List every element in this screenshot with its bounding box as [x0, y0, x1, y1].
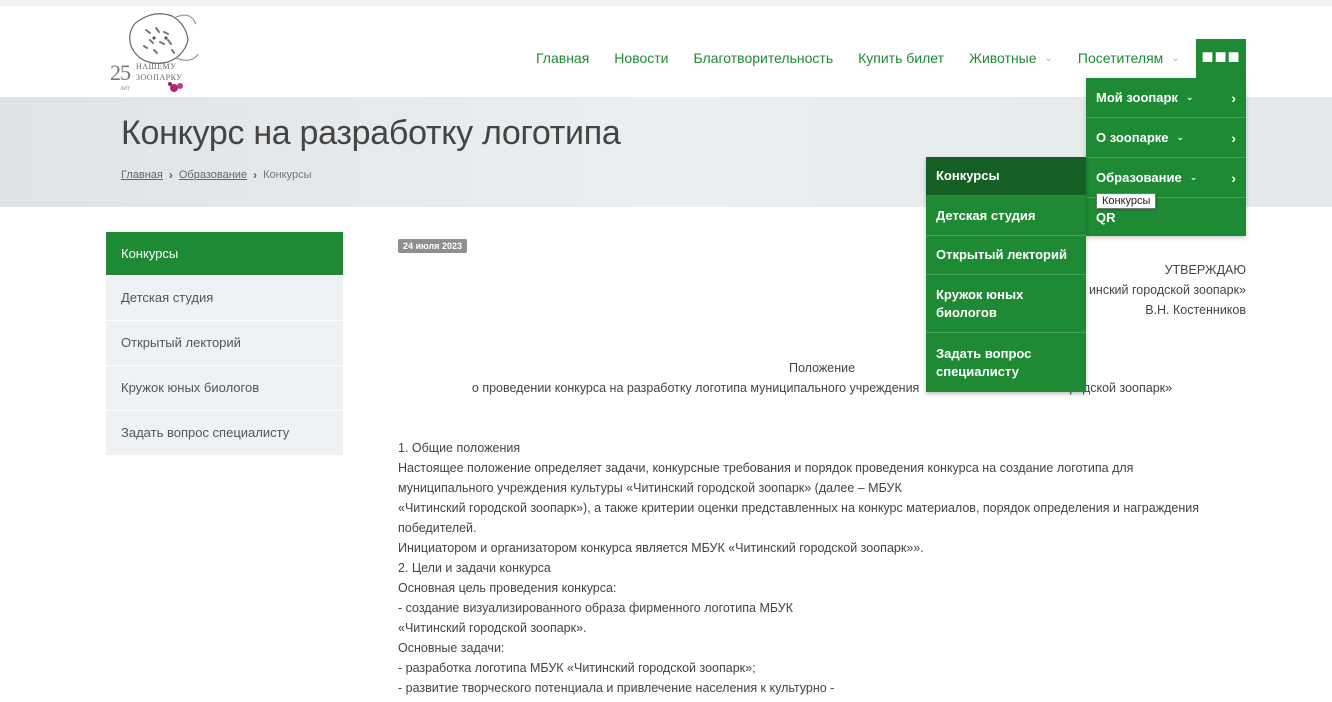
chevron-down-icon: ⌄	[1171, 52, 1180, 64]
paragraph: - создание визуализированного образа фир…	[398, 601, 794, 615]
submenu-item-kids-studio[interactable]: Детская студия	[926, 196, 1086, 236]
heading-subtitle: о проведении конкурса на разработку лого…	[471, 381, 1173, 395]
paragraph: муниципального учреждения культуры «Чити…	[398, 481, 902, 495]
submenu-item-open-lectures[interactable]: Открытый лекторий	[926, 236, 1086, 275]
education-submenu: Конкурсы Детская студия Открытый лектори…	[926, 157, 1086, 392]
dropdown-item-education[interactable]: Образование ⌄ ›	[1086, 158, 1246, 198]
paragraph: Инициатором и организатором конкурса явл…	[398, 541, 924, 555]
main-nav: Главная Новости Благотворительность Купи…	[536, 50, 1205, 66]
logo-number: 25	[110, 60, 131, 85]
article-content: 24 июля 2023 УТВЕРЖДАЮ инский городской …	[398, 236, 1246, 695]
submenu-item-ask-specialist[interactable]: Задать вопрос специалисту	[926, 333, 1086, 392]
dropdown-item-about-zoo[interactable]: О зоопарке ⌄ ›	[1086, 118, 1246, 158]
chevron-down-icon: ⌄	[1189, 172, 1198, 182]
chevron-down-icon: ⌄	[1176, 132, 1185, 142]
nav-item-news[interactable]: Новости	[614, 50, 668, 66]
sidebar-item-kids-studio[interactable]: Детская студия	[106, 276, 343, 321]
zoo-logo[interactable]: 25 НАШЕМУ ЗООПАРКУ лет	[110, 10, 200, 96]
nav-item-home[interactable]: Главная	[536, 50, 589, 66]
heading-title: Положение	[788, 361, 856, 375]
nav-item-charity[interactable]: Благотворительность	[694, 50, 834, 66]
chevron-right-icon: ›	[1231, 89, 1236, 106]
nav-item-visitors[interactable]: Посетителям ⌄	[1078, 50, 1180, 66]
paragraph: победителей.	[398, 521, 477, 535]
breadcrumb-home-link[interactable]: Главная	[121, 169, 163, 181]
paragraph: Настоящее положение определяет задачи, к…	[398, 461, 1134, 475]
sidebar-item-contests[interactable]: Конкурсы	[106, 232, 343, 276]
breadcrumb: Главная › Образование › Конкурсы	[121, 168, 312, 182]
logo-text-line1: НАШЕМУ	[136, 62, 177, 71]
flower-icon	[168, 82, 183, 92]
chevron-down-icon: ⌄	[1044, 52, 1053, 64]
article-body: 1. Общие положения Настоящее положение о…	[398, 438, 1246, 698]
nav-item-animals[interactable]: Животные ⌄	[969, 50, 1053, 66]
date-badge: 24 июля 2023	[398, 239, 467, 253]
paragraph: - разработка логотипа МБУК «Читинский го…	[398, 661, 756, 675]
sidebar-item-young-biologists[interactable]: Кружок юных биологов	[106, 366, 343, 411]
nav-item-buy-ticket[interactable]: Купить билет	[858, 50, 944, 66]
breadcrumb-current: Конкурсы	[263, 169, 312, 181]
chevron-right-icon: ›	[1231, 129, 1236, 146]
chevron-right-icon: ›	[1231, 169, 1236, 186]
sidebar-menu: Конкурсы Детская студия Открытый лектори…	[106, 232, 343, 456]
submenu-item-contests[interactable]: Конкурсы	[926, 157, 1086, 196]
dropdown-item-my-zoo[interactable]: Мой зоопарк ⌄ ›	[1086, 78, 1246, 118]
more-dropdown-menu: Мой зоопарк ⌄ › О зоопарке ⌄ › Образование…	[1086, 78, 1246, 236]
chevron-down-icon: ⌄	[1185, 92, 1194, 102]
paragraph: Основная цель проведения конкурса:	[398, 581, 617, 595]
logo-text-line3: лет	[120, 84, 130, 92]
sidebar-item-open-lectures[interactable]: Открытый лекторий	[106, 321, 343, 366]
paragraph: 2. Цели и задачи конкурса	[398, 561, 551, 575]
paragraph: Основные задачи:	[398, 641, 505, 655]
breadcrumb-education-link[interactable]: Образование	[179, 169, 247, 181]
chevron-right-icon: ›	[168, 168, 173, 182]
paragraph: «Читинский городской зоопарк».	[398, 621, 587, 635]
sidebar-item-ask-specialist[interactable]: Задать вопрос специалисту	[106, 411, 343, 456]
tooltip: Конкурсы	[1096, 193, 1157, 209]
submenu-item-young-biologists[interactable]: Кружок юных биологов	[926, 275, 1086, 333]
document-heading: Положение о проведении конкурса на разра…	[398, 358, 1246, 398]
paragraph: - развитие творческого потенциала и прив…	[398, 681, 835, 695]
page-title: Конкурс на разработку логотипа	[121, 114, 621, 152]
paragraph: 1. Общие положения	[398, 441, 521, 455]
paragraph: «Читинский городской зоопарк»), а также …	[398, 501, 1199, 515]
chevron-right-icon: ›	[253, 168, 258, 182]
